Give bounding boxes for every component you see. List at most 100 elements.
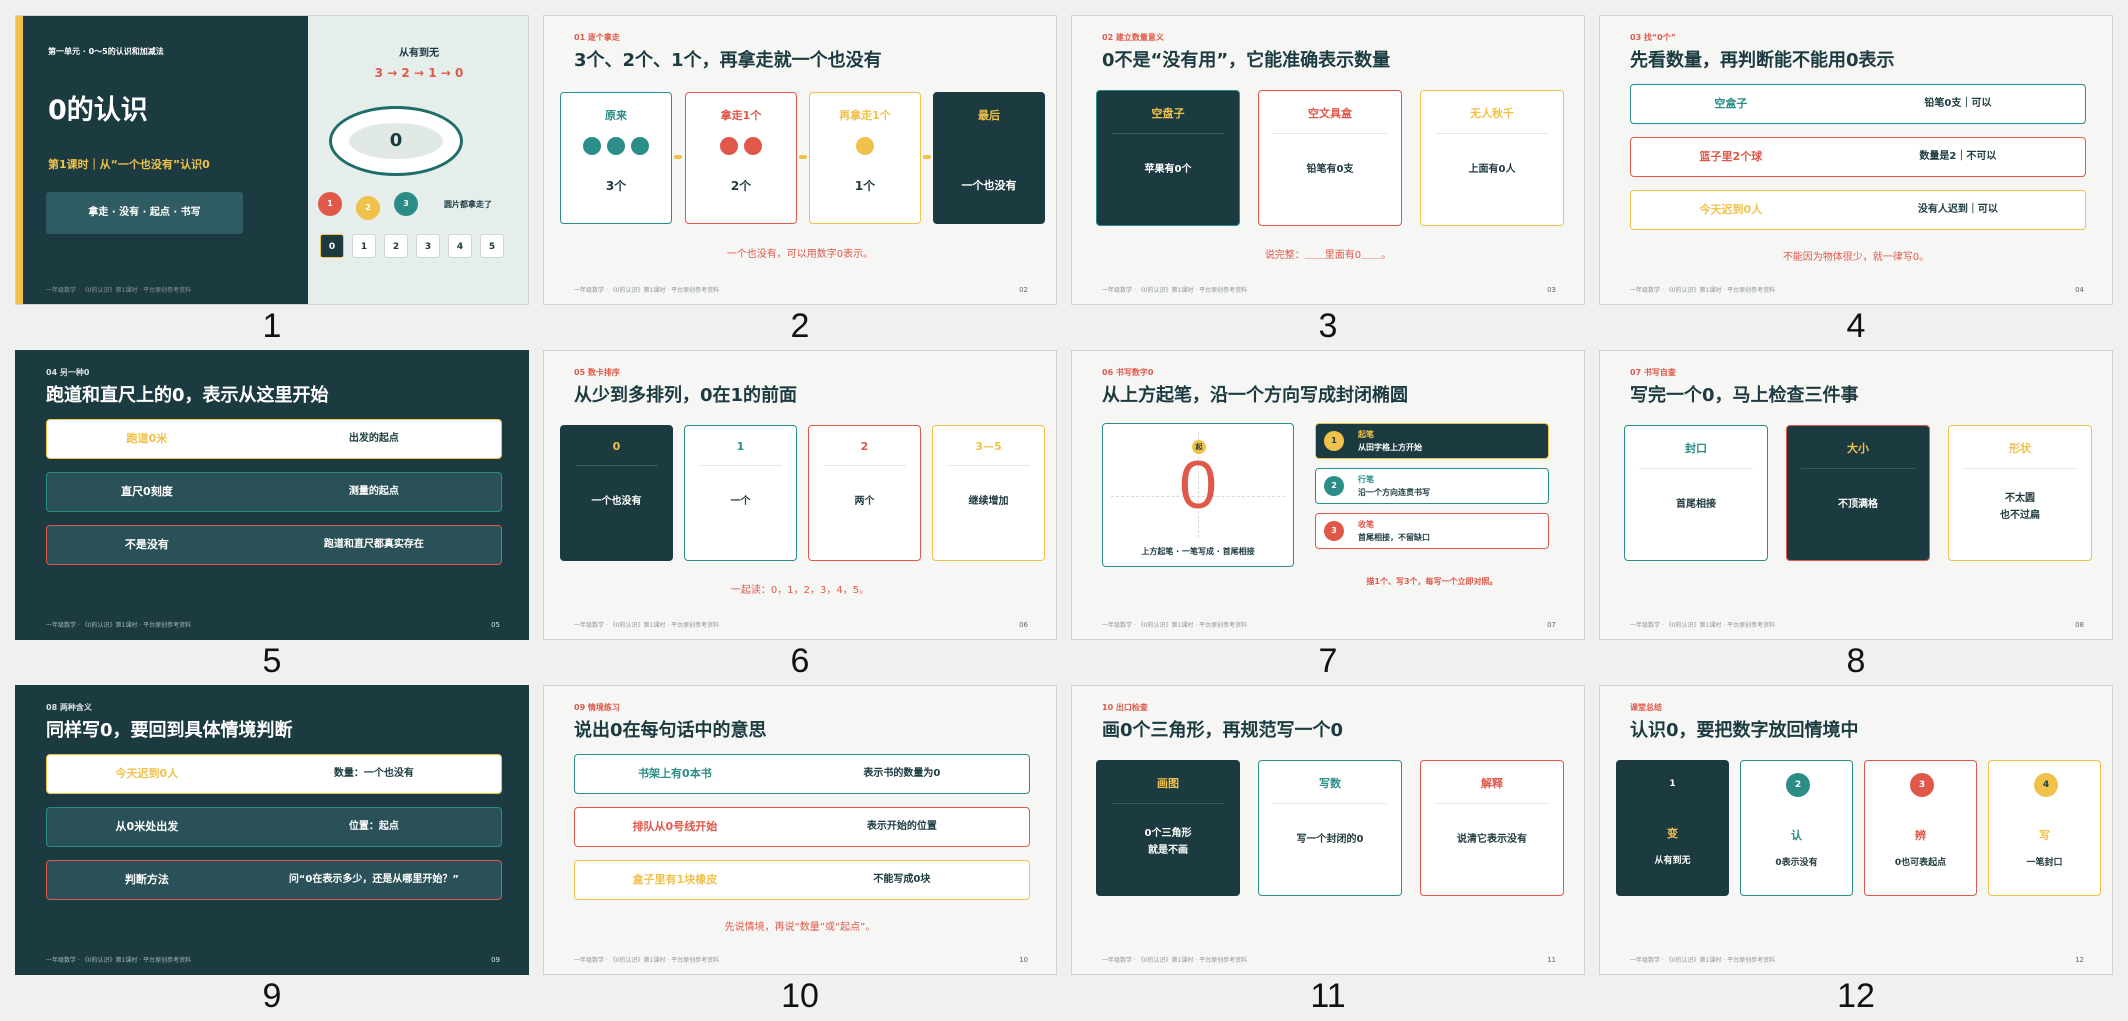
- slide-6[interactable]: 05 数卡排序 从少到多排列，0在1的前面 0 一个也没有 1 一个 2 两个 …: [543, 350, 1057, 640]
- card-body: 1个: [854, 179, 876, 193]
- slide-3[interactable]: 02 建立数量意义 0不是“没有用”，它能准确表示数量 空盘子 苹果有0个 空文…: [1071, 15, 1585, 305]
- slide-title: 从上方起笔，沿一个方向写成封闭椭圆: [1102, 385, 1408, 406]
- step-heading: 收笔: [1358, 520, 1374, 529]
- slide-2[interactable]: 01 逐个拿走 3个、2个、1个，再拿走就一个也没有 原来 3个 拿走1个 2个…: [543, 15, 1057, 305]
- card-heading: 最后: [978, 109, 1000, 122]
- divider: [1273, 133, 1387, 134]
- slide-11[interactable]: 10 出口检查 画0个三角形，再规范写一个0 画图 0个三角形 就是不画 写数 …: [1071, 685, 1585, 975]
- page-number: 05: [491, 621, 500, 629]
- card-body: 上面有0人: [1468, 164, 1516, 175]
- meaning-row-2: 从0米处出发 位置：起点: [46, 807, 502, 847]
- slide-number-9: 9: [262, 977, 282, 1015]
- card-body: 不太圆: [2005, 493, 2035, 504]
- card-body: 继续增加: [968, 496, 1009, 507]
- note: 描1个、写3个，每写一个立即对照。: [1366, 577, 1498, 586]
- row-value: 表示开始的位置: [866, 821, 937, 832]
- card-heading: 再拿走1个: [839, 109, 891, 122]
- summary-card-distinguish: 3 辨 0也可表起点: [1864, 760, 1977, 896]
- oval-outer: 0: [329, 106, 463, 176]
- arrow-dot: [674, 155, 682, 159]
- row-label: 盒子里有1块橡皮: [632, 873, 718, 886]
- card-take-one: 拿走1个 2个: [685, 92, 797, 224]
- card-heading: 空文具盒: [1308, 107, 1352, 120]
- page-number: 04: [2075, 286, 2084, 294]
- slide-number-1: 1: [262, 307, 282, 345]
- card-heading: 变: [1667, 827, 1678, 840]
- card-body-line-2: 也不过扁: [2000, 510, 2040, 521]
- kicker: 02 建立数量意义: [1102, 33, 1164, 42]
- slide-12[interactable]: 课堂总结 认识0，要把数字放回情境中 1 变 从有到无 2 认 0表示没有 3 …: [1599, 685, 2113, 975]
- card-body: 0个三角形: [1144, 828, 1192, 839]
- footer-text: 一年级数学 · 《0的认识》第1课时 · 平台原创参考资料: [46, 957, 192, 964]
- writing-grid-card: 起 0 上方起笔 · 一笔写成 · 首尾相接: [1102, 423, 1294, 567]
- number-card-2: 2: [384, 234, 408, 258]
- row-label: 书架上有0本书: [638, 767, 712, 780]
- row-value: 数量：一个也没有: [333, 768, 414, 779]
- row-value: 出发的起点: [348, 433, 399, 444]
- unit-label: 第一单元 · 0～5的认识和加减法: [48, 47, 164, 56]
- row-label: 今天迟到0人: [115, 767, 179, 780]
- card-body: 0表示没有: [1775, 858, 1818, 868]
- page-number: 06: [1019, 621, 1028, 629]
- step-3: 3 收笔 首尾相接，不留缺口: [1315, 513, 1549, 549]
- slide-7[interactable]: 06 书写数字0 从上方起笔，沿一个方向写成封闭椭圆 起 0 上方起笔 · 一笔…: [1071, 350, 1585, 640]
- card-heading: 辨: [1915, 829, 1926, 842]
- card-body: 一笔封口: [2026, 858, 2063, 868]
- step-heading: 行笔: [1358, 475, 1374, 484]
- dot: [607, 137, 625, 155]
- kicker: 09 情境练习: [574, 703, 620, 712]
- slide-number-10: 10: [781, 977, 819, 1015]
- row-value: 数量是2｜不可以: [1919, 151, 1997, 162]
- row-label: 直尺0刻度: [121, 485, 173, 498]
- card-empty-pencil-box: 空文具盒 铅笔有0支: [1258, 90, 1402, 226]
- slide-8[interactable]: 07 书写自查 写完一个0，马上检查三件事 封口 首尾相接 大小 不顶满格 形状…: [1599, 350, 2113, 640]
- card-body: 一个也没有: [961, 179, 1017, 192]
- lesson-subtitle: 第1课时｜从“一个也没有”认识0: [48, 158, 210, 171]
- card-heading: 无人秋千: [1470, 107, 1514, 120]
- slide-9[interactable]: 08 两种含义 同样写0，要回到具体情境判断 今天迟到0人 数量：一个也没有 从0…: [15, 685, 529, 975]
- divider: [1801, 468, 1915, 469]
- slide-4[interactable]: 03 找“0个” 先看数量，再判断能不能用0表示 空盒子 铅笔0支｜可以 篮子里2…: [1599, 15, 2113, 305]
- keywords-text: 拿走 · 没有 · 起点 · 书写: [88, 207, 201, 218]
- ball-red: 1: [318, 192, 342, 216]
- number-card-3-5: 3—5 继续增加: [932, 425, 1045, 561]
- exit-card-write: 写数 写一个封闭的0: [1258, 760, 1402, 896]
- card-heading: 形状: [2009, 442, 2031, 455]
- row-value: 位置：起点: [348, 821, 399, 832]
- slide-number-6: 6: [790, 642, 810, 680]
- divider: [1435, 803, 1549, 804]
- footer-text: 一年级数学 · 《0的认识》第1课时 · 平台原创参考资料: [1102, 957, 1248, 964]
- card-body: 0也可表起点: [1894, 858, 1947, 868]
- footer-text: 一年级数学 · 《0的认识》第1课时 · 平台原创参考资料: [574, 957, 720, 964]
- start-row-2: 直尺0刻度 测量的起点: [46, 472, 502, 512]
- card-heading: 画图: [1157, 777, 1179, 790]
- dot: [720, 137, 738, 155]
- slide-title: 写完一个0，马上检查三件事: [1630, 385, 1859, 406]
- page-number: 11: [1547, 956, 1556, 964]
- card-heading: 1: [736, 440, 745, 453]
- footer-text: 一年级数学 · 《0的认识》第1课时 · 平台原创参考资料: [1102, 287, 1248, 294]
- practice-row-2: 排队从0号线开始 表示开始的位置: [574, 807, 1030, 847]
- card-body: 说清它表示没有: [1457, 834, 1527, 845]
- row-value: 没有人迟到｜可以: [1917, 204, 1998, 215]
- page-number: 02: [1019, 286, 1028, 294]
- number-card-3: 3: [416, 234, 440, 258]
- slide-10[interactable]: 09 情境练习 说出0在每句话中的意思 书架上有0本书 表示书的数量为0 排队从0…: [543, 685, 1057, 975]
- card-take-another: 再拿走1个 1个: [809, 92, 921, 224]
- step-number: 1: [1324, 431, 1344, 451]
- kicker: 04 另一种0: [46, 368, 90, 377]
- slide-5[interactable]: 04 另一种0 跑道和直尺上的0，表示从这里开始 跑道0米 出发的起点 直尺0刻度…: [15, 350, 529, 640]
- slide-1[interactable]: 第一单元 · 0～5的认识和加减法 0的认识 第1课时｜从“一个也没有”认识0 …: [15, 15, 529, 305]
- kicker: 10 出口检查: [1102, 703, 1148, 712]
- sequence: 3 → 2 → 1 → 0: [374, 66, 464, 80]
- number-card-0: 0 一个也没有: [560, 425, 673, 561]
- number-card-0: 0: [320, 234, 344, 258]
- practice-row-3: 盒子里有1块橡皮 不能写成0块: [574, 860, 1030, 900]
- step-number: 2: [1324, 476, 1344, 496]
- dot: [583, 137, 601, 155]
- card-body: 不顶满格: [1838, 499, 1878, 510]
- card-number: 1: [1669, 779, 1676, 789]
- divider: [823, 465, 906, 466]
- dots: [686, 137, 796, 157]
- note: 一个也没有，可以用数字0表示。: [726, 249, 874, 260]
